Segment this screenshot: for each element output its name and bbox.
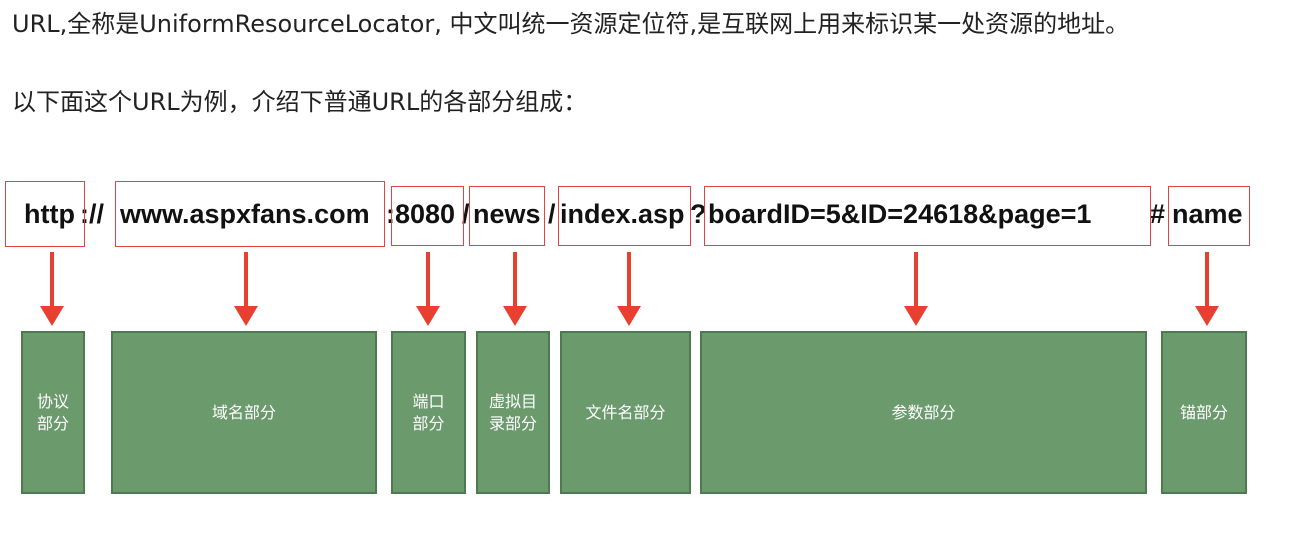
arrow-protocol (40, 252, 64, 326)
highlight-path (469, 186, 545, 246)
part-port: 端口 部分 (391, 331, 466, 494)
part-protocol: 协议 部分 (21, 331, 85, 494)
part-file: 文件名部分 (560, 331, 691, 494)
arrow-params (904, 252, 928, 326)
part-file-label: 文件名部分 (585, 402, 666, 422)
part-port-line-2: 部分 (412, 413, 445, 433)
part-path-line-1: 虚拟目 (488, 391, 537, 411)
part-protocol-line-2: 部分 (36, 413, 69, 433)
intro-text: URL,全称是UniformResourceLocator, 中文叫统一资源定位… (12, 10, 1130, 38)
part-path-line-2: 录部分 (488, 413, 537, 433)
highlight-protocol (5, 181, 85, 247)
url-sep-anchor: # (1150, 199, 1166, 229)
arrow-port (416, 252, 440, 326)
part-params: 参数部分 (700, 331, 1147, 494)
part-anchor-label: 锚部分 (1179, 402, 1228, 422)
arrow-domain (234, 252, 258, 326)
arrow-path (503, 252, 527, 326)
part-path: 虚拟目 录部分 (476, 331, 550, 494)
highlight-port (391, 186, 464, 246)
highlight-domain (115, 181, 385, 247)
highlight-file (558, 186, 691, 246)
lead-text: 以下面这个URL为例，介绍下普通URL的各部分组成： (12, 88, 588, 116)
part-port-line-1: 端口 (412, 391, 445, 411)
part-protocol-line-1: 协议 (36, 391, 69, 411)
url-sep-file: / (548, 199, 556, 229)
highlight-anchor (1168, 186, 1250, 246)
arrow-file (617, 252, 641, 326)
part-domain-label: 域名部分 (211, 402, 276, 422)
part-domain: 域名部分 (111, 331, 377, 494)
part-params-label: 参数部分 (891, 402, 956, 422)
arrow-anchor (1195, 252, 1219, 326)
highlight-params (704, 186, 1151, 246)
part-anchor: 锚部分 (1161, 331, 1247, 494)
